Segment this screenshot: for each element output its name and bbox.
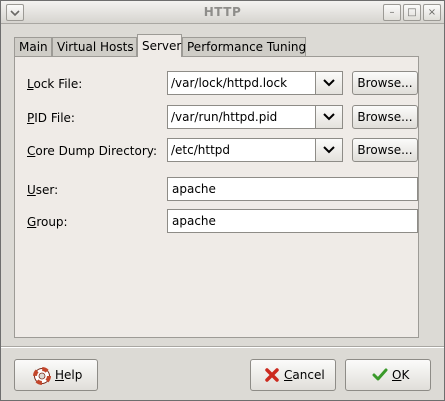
core-dump-label: Core Dump Directory:	[27, 144, 158, 158]
tab-performance-tuning[interactable]: Performance Tuning	[182, 37, 306, 56]
help-button[interactable]: Help	[14, 359, 98, 391]
dialog-window: HTTP – □ × Main Virtual Hosts Server Per…	[0, 0, 445, 401]
cancel-label: Cancel	[284, 368, 325, 382]
pid-file-browse-button[interactable]: Browse...	[352, 105, 418, 129]
help-icon	[33, 367, 51, 388]
checkmark-icon	[372, 367, 388, 386]
help-label: Help	[55, 368, 83, 382]
server-panel: Lock File: /var/lock/httpd.lock Browse..…	[14, 56, 419, 338]
pid-file-label: PID File:	[27, 111, 75, 125]
minimize-icon: –	[389, 6, 395, 18]
chevron-down-icon	[323, 146, 335, 154]
maximize-icon: □	[407, 6, 417, 18]
group-label: Group:	[27, 215, 68, 229]
core-dump-dropdown[interactable]	[315, 139, 342, 161]
window-title: HTTP	[203, 5, 242, 19]
group-field[interactable]: apache	[167, 209, 418, 233]
pid-file-dropdown[interactable]	[315, 106, 342, 128]
core-dump-combo[interactable]: /etc/httpd	[167, 138, 343, 162]
user-field[interactable]: apache	[167, 177, 418, 201]
cancel-icon	[264, 367, 280, 386]
lock-file-browse-button[interactable]: Browse...	[352, 71, 418, 95]
core-dump-value: /etc/httpd	[171, 143, 231, 157]
minimize-button[interactable]: –	[383, 4, 401, 21]
tab-server[interactable]: Server	[137, 34, 182, 57]
pid-file-value: /var/run/httpd.pid	[171, 110, 278, 124]
user-value: apache	[172, 182, 216, 196]
tab-main[interactable]: Main	[14, 37, 52, 56]
chevron-down-icon	[323, 113, 335, 121]
cancel-button[interactable]: Cancel	[250, 359, 336, 391]
tab-virtual-hosts[interactable]: Virtual Hosts	[52, 37, 137, 56]
lock-file-combo[interactable]: /var/lock/httpd.lock	[167, 71, 343, 95]
maximize-button[interactable]: □	[403, 4, 421, 21]
user-label: User:	[27, 183, 59, 197]
titlebar[interactable]: HTTP – □ ×	[1, 1, 444, 24]
ok-label: OK	[392, 368, 410, 382]
ok-button[interactable]: OK	[345, 359, 431, 391]
core-dump-browse-button[interactable]: Browse...	[352, 138, 418, 162]
lock-file-label: Lock File:	[27, 77, 83, 91]
lock-file-dropdown[interactable]	[315, 72, 342, 94]
close-button[interactable]: ×	[423, 4, 441, 21]
pid-file-combo[interactable]: /var/run/httpd.pid	[167, 105, 343, 129]
close-icon: ×	[427, 6, 437, 18]
chevron-down-icon	[323, 79, 335, 87]
footer-separator	[1, 346, 444, 348]
lock-file-value: /var/lock/httpd.lock	[171, 76, 288, 90]
group-value: apache	[172, 214, 216, 228]
